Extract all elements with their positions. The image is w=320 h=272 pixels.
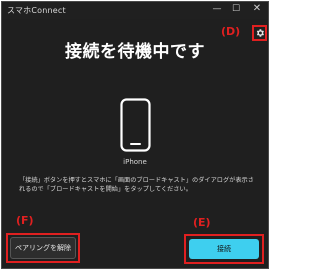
title-bar: スマホConnect — ☐ ✕	[2, 2, 268, 19]
annotation-label-e: (E)	[193, 216, 211, 229]
unpair-button-highlight: ペアリングを解除	[6, 233, 80, 263]
app-window: スマホConnect — ☐ ✕ 接続を待機中です (D) iPhone 「接続…	[1, 1, 269, 269]
settings-button[interactable]	[252, 25, 267, 41]
instruction-text: 「接続」ボタンを押すとスマホに「画面のブロードキャスト」のダイアログが表示される…	[19, 177, 254, 193]
connect-button-highlight: 接続	[184, 234, 264, 264]
window-title: スマホConnect	[7, 6, 66, 15]
maximize-button[interactable]: ☐	[227, 2, 245, 16]
smartphone-icon	[120, 98, 151, 152]
device-name: iPhone	[123, 158, 147, 166]
minimize-button[interactable]: —	[208, 2, 226, 16]
annotation-label-d: (D)	[221, 25, 241, 38]
connect-button[interactable]: 接続	[189, 239, 259, 259]
gear-icon	[256, 29, 264, 37]
page-title: 接続を待機中です	[65, 42, 205, 62]
close-button[interactable]: ✕	[248, 2, 266, 16]
unpair-button[interactable]: ペアリングを解除	[10, 237, 76, 259]
annotation-label-f: (F)	[16, 214, 34, 227]
